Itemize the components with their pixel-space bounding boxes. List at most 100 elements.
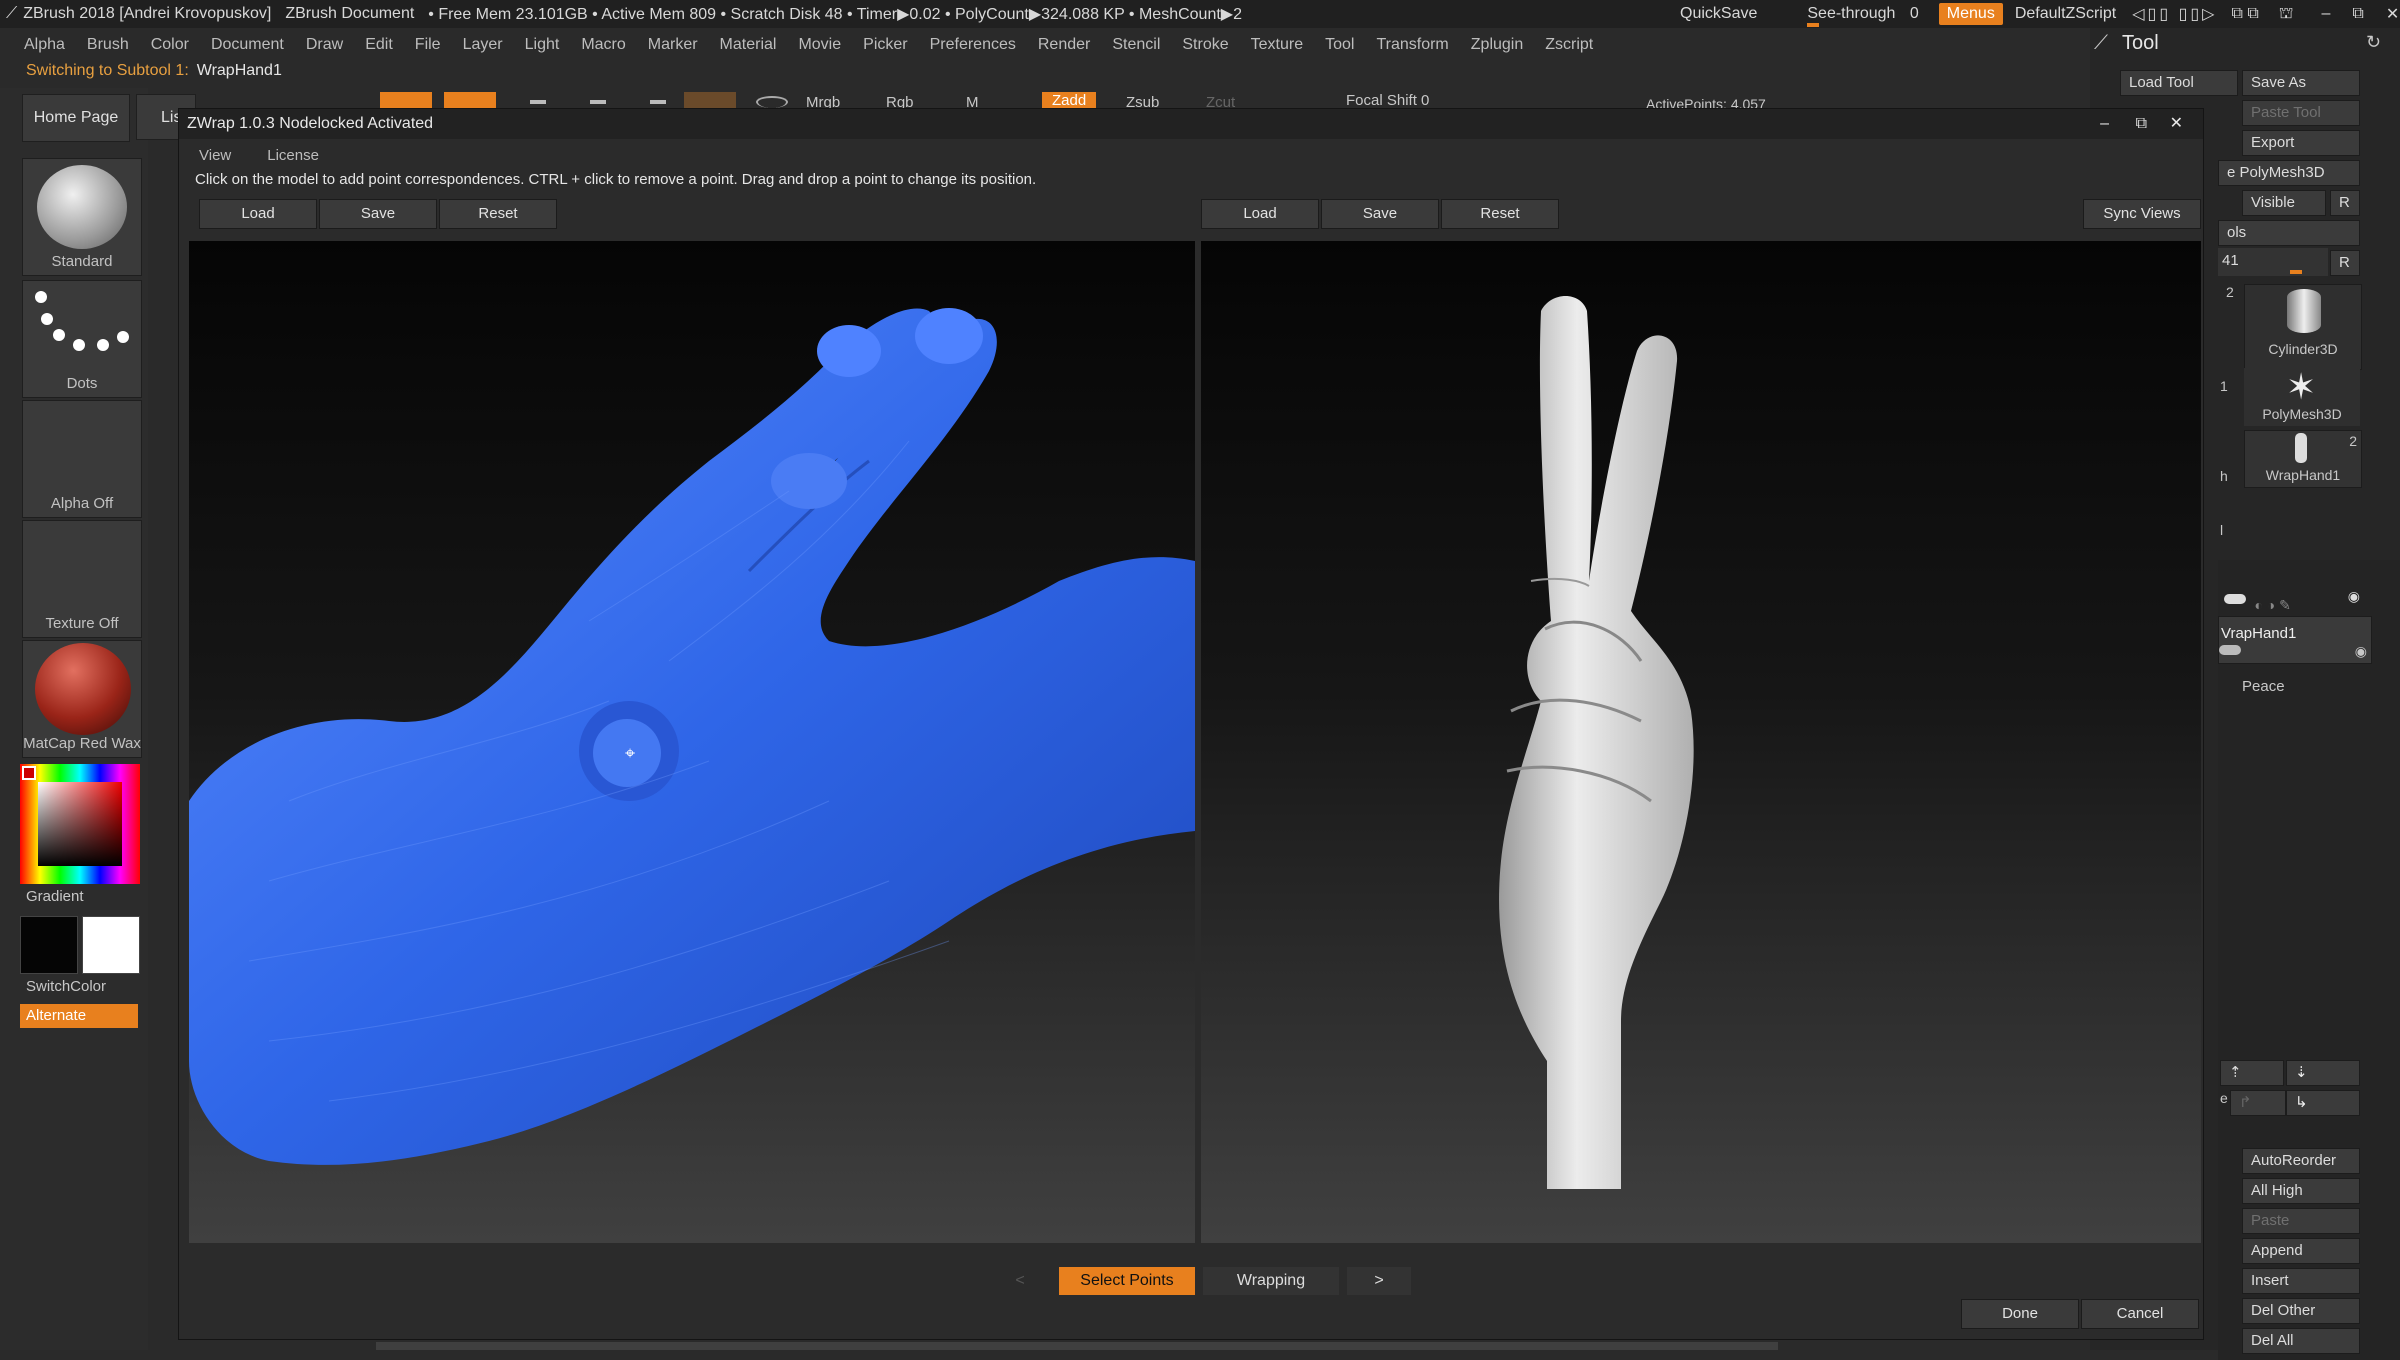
horizontal-scrollbar[interactable]	[376, 1342, 1778, 1350]
main-color-swatch[interactable]	[82, 916, 140, 974]
quicksave-button[interactable]: QuickSave	[1680, 5, 1757, 23]
next-step-button[interactable]: >	[1347, 1267, 1411, 1295]
left-save-button[interactable]: Save	[319, 199, 437, 229]
del-other-button[interactable]: Del Other	[2242, 1298, 2360, 1324]
color-picker[interactable]	[20, 764, 140, 884]
append-button[interactable]: Append	[2242, 1238, 2360, 1264]
move-icon[interactable]	[530, 100, 546, 104]
save-as-button[interactable]: Save As	[2242, 70, 2360, 96]
close-icon[interactable]: ✕	[2386, 4, 2399, 24]
dialog-close-icon[interactable]: ✕	[2170, 109, 2183, 139]
menu-edit[interactable]: Edit	[365, 36, 393, 54]
basemesh-viewport[interactable]: ⌖	[189, 241, 1195, 1243]
make-polymesh-button[interactable]: e PolyMesh3D	[2218, 160, 2360, 186]
tool-thumb-polymesh[interactable]: ✶ PolyMesh3D	[2244, 366, 2360, 426]
menu-color[interactable]: Color	[151, 36, 189, 54]
layout-icon[interactable]: ◁▯▯ ▯▯▷	[2132, 4, 2217, 24]
material-swatch[interactable]	[684, 92, 736, 108]
white-scan-hand[interactable]	[1201, 241, 2201, 1243]
paste-tool-button[interactable]: Paste Tool	[2242, 100, 2360, 126]
done-button[interactable]: Done	[1961, 1299, 2079, 1329]
subtool-visibility-icon[interactable]: ◉	[2348, 588, 2360, 605]
right-reset-button[interactable]: Reset	[1441, 199, 1559, 229]
switchcolor-button[interactable]: SwitchColor	[26, 978, 106, 995]
select-points-step-button[interactable]: Select Points	[1059, 1267, 1195, 1295]
menu-picker[interactable]: Picker	[863, 36, 907, 54]
zadd-button[interactable]: Zadd	[1042, 92, 1097, 109]
menu-material[interactable]: Material	[720, 36, 777, 54]
menu-stroke[interactable]: Stroke	[1182, 36, 1228, 54]
export-button[interactable]: Export	[2242, 130, 2360, 156]
refresh-icon[interactable]: ↻	[2366, 32, 2381, 53]
scan-viewport[interactable]	[1201, 241, 2201, 1243]
stroke-picker[interactable]: Dots	[22, 280, 142, 398]
menu-movie[interactable]: Movie	[798, 36, 841, 54]
brush-picker[interactable]: Standard	[22, 158, 142, 276]
sync-views-button[interactable]: Sync Views	[2083, 199, 2201, 229]
autoreorder-button[interactable]: AutoReorder	[2242, 1148, 2360, 1174]
subtool-row-toggles[interactable]: ◐ ◑ ✎ ◉	[2220, 588, 2360, 613]
material-picker[interactable]: MatCap Red Wax	[22, 640, 142, 758]
focal-shift-slider[interactable]: Focal Shift 0	[1346, 92, 1429, 109]
tool-size-r-button[interactable]: R	[2330, 250, 2360, 276]
subtool-arrow-down-button[interactable]: ⇣	[2286, 1060, 2360, 1086]
right-load-button[interactable]: Load	[1201, 199, 1319, 229]
dialog-menu-view[interactable]: View	[199, 147, 231, 164]
menu-marker[interactable]: Marker	[648, 36, 698, 54]
rotate-icon[interactable]	[650, 100, 666, 104]
insert-button[interactable]: Insert	[2242, 1268, 2360, 1294]
subtool-arrow-up-button[interactable]: ⇡	[2220, 1060, 2284, 1086]
all-high-button[interactable]: All High	[2242, 1178, 2360, 1204]
menu-texture[interactable]: Texture	[1251, 36, 1303, 54]
load-tool-button[interactable]: Load Tool	[2120, 70, 2238, 96]
menu-zscript[interactable]: Zscript	[1545, 36, 1593, 54]
edit-button[interactable]	[380, 92, 432, 108]
paste-button[interactable]: Paste	[2242, 1208, 2360, 1234]
subtool-eye-icon[interactable]: ◉	[2355, 643, 2367, 660]
minimize-icon[interactable]: –	[2322, 5, 2331, 23]
lock-icon[interactable]: ⛫	[2279, 4, 2294, 24]
dialog-minimize-icon[interactable]: –	[2100, 109, 2109, 139]
tool-size-slider[interactable]: 41	[2218, 248, 2328, 276]
del-all-button[interactable]: Del All	[2242, 1328, 2360, 1354]
menu-layer[interactable]: Layer	[463, 36, 503, 54]
subtool-move-down-button[interactable]: ↳	[2286, 1090, 2360, 1116]
menu-document[interactable]: Document	[211, 36, 284, 54]
dialog-menu-license[interactable]: License	[267, 147, 319, 164]
left-reset-button[interactable]: Reset	[439, 199, 557, 229]
subtool-move-up-button[interactable]: ↱	[2230, 1090, 2286, 1116]
alternate-button[interactable]: Alternate	[20, 1004, 138, 1028]
subtool-active-row[interactable]: VrapHand1 ◉	[2218, 616, 2372, 664]
seethrough-slider[interactable]: See-through 0	[1807, 5, 1919, 27]
draw-button[interactable]	[444, 92, 496, 108]
home-page-button[interactable]: Home Page	[22, 94, 130, 142]
menu-alpha[interactable]: Alpha	[24, 36, 65, 54]
menu-brush[interactable]: Brush	[87, 36, 129, 54]
window-layout-icon[interactable]: ⧉ ⧉	[2231, 5, 2258, 23]
menu-light[interactable]: Light	[525, 36, 560, 54]
restore-icon[interactable]: ⧉	[2352, 5, 2363, 23]
visible-r-button[interactable]: R	[2330, 190, 2360, 216]
tool-thumb-wraphand[interactable]: 2 WrapHand1	[2244, 430, 2362, 488]
subtool-peace-row[interactable]: Peace	[2220, 670, 2370, 704]
menu-file[interactable]: File	[415, 36, 441, 54]
texture-picker[interactable]: Texture Off	[22, 520, 142, 638]
alpha-picker[interactable]: Alpha Off	[22, 400, 142, 518]
dialog-restore-icon[interactable]: ⧉	[2136, 109, 2147, 139]
blue-hand-mesh[interactable]: ⌖	[189, 241, 1195, 1243]
menu-draw[interactable]: Draw	[306, 36, 343, 54]
secondary-color-swatch[interactable]	[20, 916, 78, 974]
visible-button[interactable]: Visible	[2242, 190, 2326, 216]
pin-icon[interactable]: ⟋	[2094, 32, 2108, 55]
eye-icon[interactable]	[756, 96, 788, 108]
menu-preferences[interactable]: Preferences	[930, 36, 1016, 54]
menus-toggle[interactable]: Menus	[1938, 3, 2003, 25]
left-load-button[interactable]: Load	[199, 199, 317, 229]
previous-step-button[interactable]: <	[1005, 1267, 1035, 1295]
cancel-button[interactable]: Cancel	[2081, 1299, 2199, 1329]
menu-macro[interactable]: Macro	[581, 36, 625, 54]
tools-section-header[interactable]: ols	[2218, 220, 2360, 246]
tool-thumb-cylinder[interactable]: Cylinder3D	[2244, 284, 2362, 370]
wrapping-step-button[interactable]: Wrapping	[1203, 1267, 1339, 1295]
menu-tool[interactable]: Tool	[1325, 36, 1354, 54]
